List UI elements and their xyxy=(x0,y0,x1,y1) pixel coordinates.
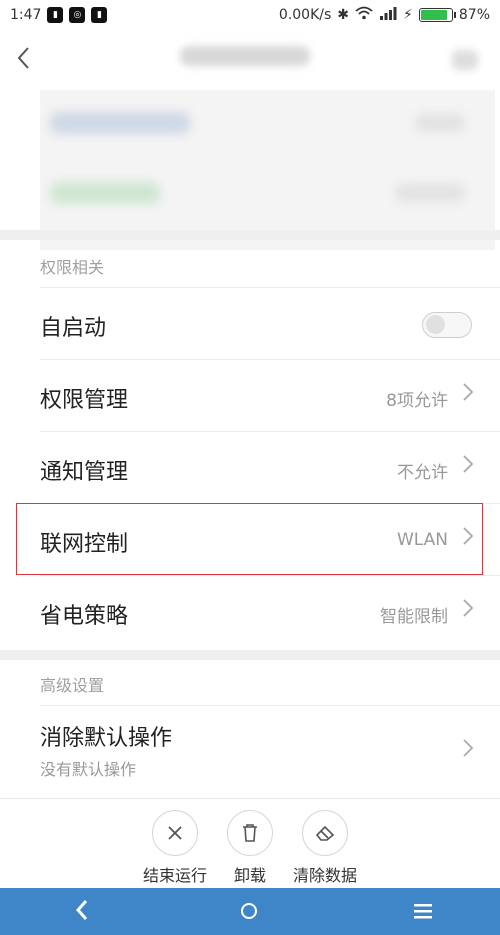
row-value: 8项允许 xyxy=(386,391,448,411)
blurred-menu xyxy=(452,50,478,70)
row-sublabel: 没有默认操作 xyxy=(40,760,137,779)
row-value: 不允许 xyxy=(397,463,448,483)
close-icon xyxy=(152,810,198,856)
blurred-row xyxy=(50,182,160,204)
eraser-icon xyxy=(302,810,348,856)
autostart-toggle[interactable] xyxy=(422,312,472,338)
chevron-right-icon xyxy=(462,454,474,478)
bottom-actions: 结束运行 卸载 清除数据 xyxy=(0,798,500,888)
menu-icon[interactable] xyxy=(412,900,434,922)
blurred-value xyxy=(395,184,465,202)
uninstall-button[interactable]: 卸载 xyxy=(210,810,290,886)
row-label: 省电策略 xyxy=(40,604,129,629)
uninstall-label: 卸载 xyxy=(233,866,266,885)
row-permission-management[interactable]: 权限管理 8项允许 xyxy=(0,360,500,432)
back-icon[interactable] xyxy=(74,898,88,927)
stop-label: 结束运行 xyxy=(142,866,207,885)
section-title-permissions: 权限相关 xyxy=(40,258,105,277)
clear-data-button[interactable]: 清除数据 xyxy=(285,810,365,886)
notification-icon: ▮ xyxy=(91,7,108,23)
section-title-advanced: 高级设置 xyxy=(40,676,105,695)
chevron-left-icon[interactable] xyxy=(16,46,38,74)
navigation-bar xyxy=(0,888,500,935)
blurred-row xyxy=(50,112,190,134)
row-notification-management[interactable]: 通知管理 不允许 xyxy=(0,432,500,504)
chevron-right-icon xyxy=(462,382,474,406)
clear-data-label: 清除数据 xyxy=(292,866,357,885)
bluetooth-icon: ✱ xyxy=(337,7,350,23)
battery-percent: 87% xyxy=(458,7,490,23)
notification-icon: ◎ xyxy=(69,7,86,23)
chevron-right-icon xyxy=(462,738,474,762)
row-label: 通知管理 xyxy=(40,460,129,485)
status-bar: 1:47 ▮ ◎ ▮ 0.00K/s ✱ ⚡ 87% xyxy=(0,0,500,30)
section-divider xyxy=(0,230,500,240)
home-icon[interactable] xyxy=(241,903,257,919)
row-value: 智能限制 xyxy=(380,607,448,627)
divider xyxy=(0,798,500,799)
trash-icon xyxy=(227,810,273,856)
chevron-right-icon xyxy=(462,598,474,622)
row-label: 权限管理 xyxy=(40,388,129,413)
notification-icon: ▮ xyxy=(47,7,64,23)
row-label: 消除默认操作 xyxy=(40,726,173,751)
blurred-title xyxy=(180,46,310,66)
battery-icon xyxy=(418,8,456,22)
row-label: 自启动 xyxy=(40,316,107,341)
highlight-box xyxy=(16,503,483,575)
network-speed: 0.00K/s xyxy=(278,7,332,23)
signal-icon xyxy=(379,6,397,24)
status-time: 1:47 xyxy=(10,7,42,23)
row-clear-defaults[interactable]: 消除默认操作 没有默认操作 xyxy=(0,706,500,794)
wifi-icon xyxy=(355,6,373,24)
blurred-value xyxy=(415,114,465,132)
row-power-policy[interactable]: 省电策略 智能限制 xyxy=(0,576,500,648)
stop-button[interactable]: 结束运行 xyxy=(135,810,215,886)
charging-icon: ⚡ xyxy=(403,7,413,23)
section-divider xyxy=(0,650,500,660)
row-autostart[interactable]: 自启动 xyxy=(0,288,500,360)
